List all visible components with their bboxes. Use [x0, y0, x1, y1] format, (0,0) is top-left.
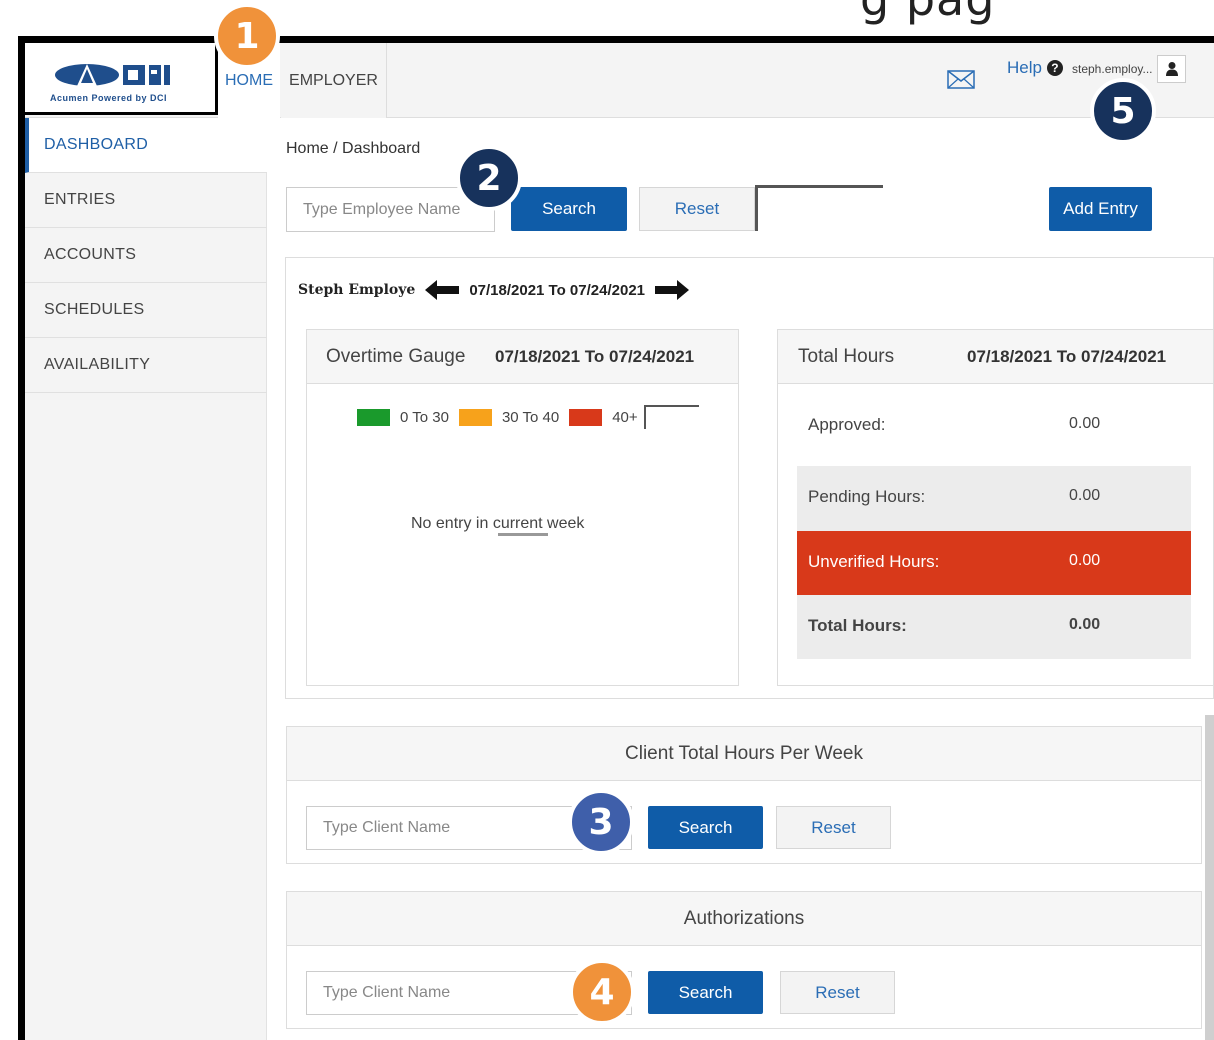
employee-name: Steph Employe	[298, 282, 416, 298]
authorizations-title: Authorizations	[287, 892, 1201, 946]
user-menu-button[interactable]	[1157, 55, 1186, 83]
callout-badge-3: 3	[568, 789, 634, 855]
sidebar-item-availability[interactable]: AVAILABILITY	[25, 338, 267, 393]
hours-label: Total Hours:	[808, 616, 907, 635]
authorizations-search-button[interactable]: Search	[648, 971, 763, 1014]
help-label: Help	[1007, 58, 1042, 77]
text-underline-mark	[498, 533, 548, 536]
client-hours-reset-button[interactable]: Reset	[776, 806, 891, 849]
legend-blank-box	[643, 405, 699, 429]
total-hours-title: Total Hours	[798, 346, 895, 367]
hours-value: 0.00	[1069, 552, 1101, 569]
arrow-right-icon[interactable]	[655, 280, 690, 300]
legend-label: 40+	[612, 408, 638, 426]
sidebar-item-entries[interactable]: ENTRIES	[25, 173, 267, 228]
hours-label: Pending Hours:	[808, 487, 926, 506]
breadcrumb: Home / Dashboard	[286, 140, 421, 157]
overtime-gauge-header: Overtime Gauge 07/18/2021 To 07/24/2021	[307, 330, 738, 384]
mail-icon[interactable]	[947, 70, 975, 89]
arrow-left-icon[interactable]	[425, 280, 460, 300]
logo-text: Acumen Powered by DCI	[50, 93, 168, 103]
overtime-gauge-dates: 07/18/2021 To 07/24/2021	[495, 347, 695, 366]
active-nav-pointer	[254, 108, 280, 121]
callout-badge-2: 2	[456, 145, 522, 211]
hours-row-approved: Approved: 0.00	[797, 394, 1191, 458]
overtime-gauge-card: Overtime Gauge 07/18/2021 To 07/24/2021	[306, 329, 739, 686]
help-link[interactable]: Help ?	[1007, 58, 1063, 78]
nav-employer-tab[interactable]: EMPLOYER	[281, 43, 387, 118]
hours-row-unverified: Unverified Hours: 0.00	[797, 531, 1191, 595]
hours-value: 0.00	[1069, 616, 1101, 633]
sidebar: DASHBOARD ENTRIES ACCOUNTS SCHEDULES AVA…	[25, 118, 267, 1040]
no-entry-message: No entry in current week	[411, 515, 585, 532]
scrollbar[interactable]	[1205, 715, 1214, 1040]
sidebar-item-accounts[interactable]: ACCOUNTS	[25, 228, 267, 283]
client-hours-title: Client Total Hours Per Week	[287, 727, 1201, 781]
hours-label: Approved:	[808, 415, 886, 434]
legend-swatch-red	[569, 408, 603, 426]
employee-search-button[interactable]: Search	[511, 187, 627, 231]
client-hours-search-button[interactable]: Search	[648, 806, 763, 849]
legend-swatch-orange	[458, 408, 492, 426]
callout-badge-1: 1	[214, 3, 280, 69]
legend-swatch-green	[357, 408, 390, 426]
dci-logo-icon	[55, 64, 170, 86]
user-icon	[1165, 62, 1178, 76]
callout-badge-5: 5	[1090, 78, 1156, 144]
blank-field	[755, 185, 883, 231]
legend-label: 30 To 40	[501, 408, 560, 426]
authorizations-reset-button[interactable]: Reset	[780, 971, 895, 1014]
question-circle-icon: ?	[1046, 60, 1063, 76]
week-navigator: Steph Employe 07/18/2021 To 07/24/2021	[298, 280, 690, 300]
hours-label: Unverified Hours:	[808, 552, 940, 571]
hours-value: 0.00	[1069, 487, 1101, 504]
legend-label: 0 To 30	[400, 408, 449, 426]
hours-row-total: Total Hours: 0.00	[797, 595, 1191, 659]
week-range: 07/18/2021 To 07/24/2021	[469, 281, 646, 299]
overtime-gauge-title: Overtime Gauge	[326, 346, 466, 367]
sidebar-item-dashboard[interactable]: DASHBOARD	[25, 118, 267, 173]
callout-badge-4: 4	[569, 959, 635, 1025]
total-hours-header: Total Hours 07/18/2021 To 07/24/2021	[778, 330, 1213, 384]
sidebar-item-schedules[interactable]: SCHEDULES	[25, 283, 267, 338]
hours-value: 0.00	[1069, 415, 1101, 432]
total-hours-dates: 07/18/2021 To 07/24/2021	[967, 347, 1167, 366]
user-name[interactable]: steph.employ...	[1072, 62, 1152, 76]
employee-reset-button[interactable]: Reset	[639, 187, 755, 231]
page-caption-fragment: g pag	[860, 0, 995, 26]
overtime-legend: 0 To 30 30 To 40 40+	[357, 405, 699, 429]
add-entry-button[interactable]: Add Entry	[1049, 187, 1152, 231]
hours-row-pending: Pending Hours: 0.00	[797, 466, 1191, 531]
logo[interactable]: Acumen Powered by DCI	[25, 43, 218, 115]
